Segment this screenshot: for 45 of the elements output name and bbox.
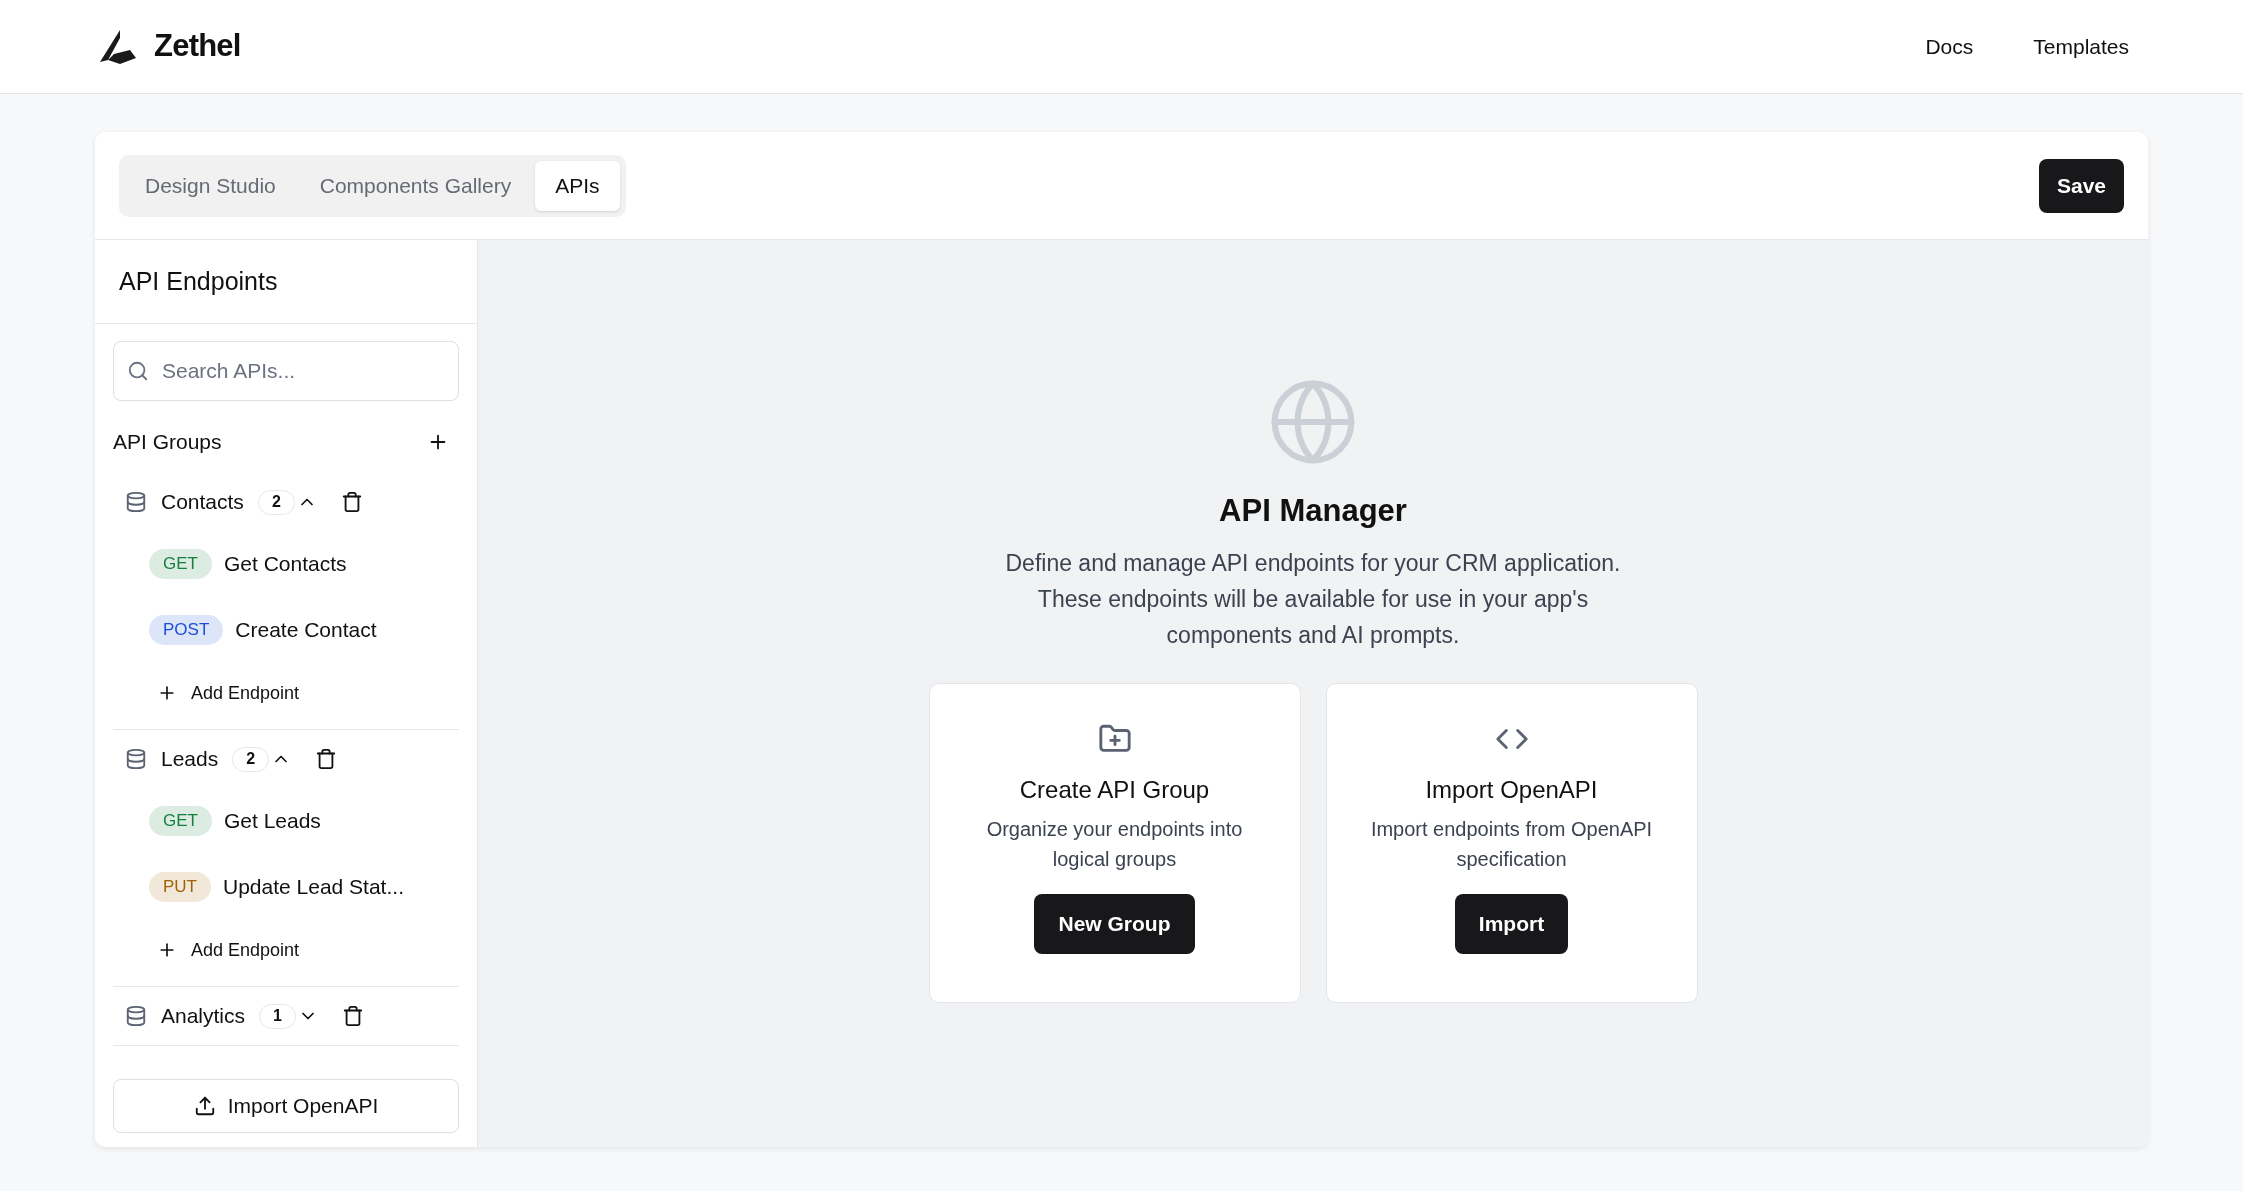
search-icon: [127, 360, 149, 382]
trash-icon: [315, 748, 338, 770]
card-button[interactable]: New Group: [1034, 893, 1195, 954]
endpoint-item[interactable]: PUT Update Lead Stat...: [149, 854, 459, 920]
group-name: Leads: [161, 746, 219, 773]
trash-icon: [341, 1005, 364, 1027]
card-description: Import endpoints from OpenAPI specification: [1369, 816, 1654, 872]
database-icon: [125, 1005, 147, 1027]
sidebar-title: API Endpoints: [119, 265, 278, 297]
method-badge: GET: [149, 806, 212, 836]
endpoint-name: Create Contact: [235, 617, 377, 644]
add-endpoint-button[interactable]: Add Endpoint: [149, 663, 459, 723]
card-button[interactable]: Import: [1454, 893, 1569, 954]
endpoint-item[interactable]: POST Create Contact: [149, 597, 459, 663]
nav-link[interactable]: Templates: [2033, 30, 2129, 63]
trash-icon: [340, 491, 363, 513]
endpoint-name: Get Leads: [223, 808, 321, 835]
tab[interactable]: Design Studio: [125, 160, 296, 211]
group-name: Analytics: [161, 1003, 246, 1030]
add-endpoint-button[interactable]: Add Endpoint: [149, 920, 459, 980]
endpoint-name: Update Lead Stat...: [223, 874, 404, 901]
database-icon: [125, 748, 147, 770]
card-title: Create API Group: [1019, 774, 1210, 805]
description: Define and manage API endpoints for your CRM application. These endpoints will be available for use in your app's components and AI prompts.: [1004, 548, 1622, 650]
tab[interactable]: APIs: [535, 160, 620, 211]
page-heading: API Manager: [1219, 492, 1407, 530]
nav-link[interactable]: Docs: [1925, 30, 1974, 63]
database-icon: [125, 491, 147, 513]
save-button[interactable]: Save: [2038, 158, 2124, 213]
method-badge: GET: [149, 549, 212, 579]
endpoint-name: Get Contacts: [223, 551, 347, 578]
method-badge: POST: [149, 615, 224, 645]
upload-icon: [193, 1095, 216, 1117]
section-label: API Groups: [113, 429, 222, 456]
logo-icon: [100, 29, 138, 64]
tab[interactable]: Components Gallery: [299, 160, 532, 211]
card-description: Organize your endpoints into logical groups: [985, 816, 1244, 872]
method-badge: PUT: [149, 872, 211, 902]
endpoint-item[interactable]: GET Get Leads: [149, 788, 459, 854]
card-title: Import OpenAPI: [1425, 774, 1598, 805]
brand-name: Zethel: [154, 27, 241, 66]
search-field[interactable]: Search APIs...: [113, 341, 459, 401]
group-name: Contacts: [161, 489, 244, 516]
import-openapi-button[interactable]: Import OpenAPI: [113, 1079, 459, 1133]
endpoint-item[interactable]: GET Get Contacts: [149, 531, 459, 597]
